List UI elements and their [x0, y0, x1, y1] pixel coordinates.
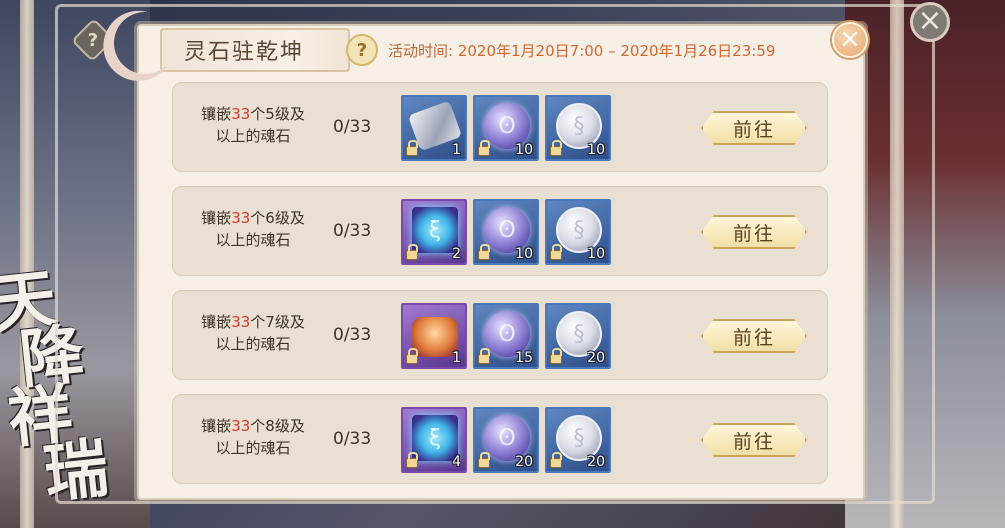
reward-qty: 10 [515, 246, 533, 262]
task-description: 镶嵌33个7级及 以上的魂石 [183, 311, 323, 355]
task-target-count: 33 [231, 209, 251, 227]
reward-qty: 10 [515, 142, 533, 158]
go-button[interactable]: 前往 [701, 423, 807, 457]
lock-icon [406, 452, 418, 468]
task-desc-line2: 以上的魂石 [215, 127, 291, 145]
reward-qty: 10 [587, 246, 605, 262]
event-help-button[interactable]: ? [346, 34, 378, 66]
task-desc-prefix: 镶嵌 [201, 313, 232, 331]
lock-icon [550, 140, 562, 156]
lock-icon [406, 140, 418, 156]
task-description: 镶嵌33个8级及 以上的魂石 [183, 415, 323, 459]
reward-item[interactable]: § 10 [545, 95, 611, 161]
reward-item[interactable]: § 10 [545, 199, 611, 265]
go-button[interactable]: 前往 [701, 215, 807, 249]
reward-list: 1 ʘ 15 § 20 [401, 303, 611, 369]
reward-item[interactable]: § 20 [545, 303, 611, 369]
task-desc-prefix: 镶嵌 [201, 105, 232, 123]
task-target-count: 33 [231, 105, 251, 123]
reward-qty: 20 [515, 454, 533, 470]
reward-list: 1 ʘ 10 § 10 [401, 95, 611, 161]
reward-qty: 20 [587, 350, 605, 366]
task-progress: 0/33 [333, 221, 372, 241]
task-desc-prefix: 镶嵌 [201, 417, 232, 435]
event-time-value: 2020年1月20日7:00 – 2020年1月26日23:59 [457, 42, 776, 60]
lock-icon [550, 244, 562, 260]
question-icon: ? [356, 39, 368, 61]
reward-item[interactable]: ʘ 10 [473, 199, 539, 265]
task-desc-suffix: 个8级及 [250, 417, 305, 435]
lock-icon [406, 244, 418, 260]
task-description: 镶嵌33个5级及 以上的魂石 [183, 103, 323, 147]
event-time-label: 活动时间: [388, 42, 454, 60]
task-row: 镶嵌33个8级及 以上的魂石 0/33 ξ 4 ʘ 20 § 20 前往 [172, 394, 828, 484]
reward-qty: 1 [452, 142, 461, 158]
task-row: 镶嵌33个5级及 以上的魂石 0/33 1 ʘ 10 § 10 前往 [172, 82, 828, 172]
task-progress: 0/33 [333, 117, 372, 137]
lock-icon [478, 348, 490, 364]
lock-icon [406, 348, 418, 364]
go-button[interactable]: 前往 [701, 319, 807, 353]
task-target-count: 33 [231, 417, 251, 435]
reward-item[interactable]: 1 [401, 303, 467, 369]
reward-item[interactable]: ʘ 15 [473, 303, 539, 369]
outer-close-button[interactable]: × [910, 2, 950, 42]
lock-icon [478, 452, 490, 468]
task-desc-suffix: 个5级及 [250, 105, 305, 123]
title-tab: 灵石驻乾坤 [160, 28, 350, 72]
task-row: 镶嵌33个7级及 以上的魂石 0/33 1 ʘ 15 § 20 前往 [172, 290, 828, 380]
question-icon: ? [87, 29, 99, 51]
reward-qty: 4 [452, 454, 461, 470]
reward-qty: 20 [587, 454, 605, 470]
reward-item[interactable]: ξ 2 [401, 199, 467, 265]
task-desc-suffix: 个7级及 [250, 313, 305, 331]
reward-qty: 15 [515, 350, 533, 366]
reward-item[interactable]: ʘ 10 [473, 95, 539, 161]
reward-item[interactable]: 1 [401, 95, 467, 161]
event-time: 活动时间: 2020年1月20日7:00 – 2020年1月26日23:59 [388, 40, 775, 61]
reward-item[interactable]: § 20 [545, 407, 611, 473]
task-target-count: 33 [231, 313, 251, 331]
task-progress: 0/33 [333, 429, 372, 449]
page-title: 灵石驻乾坤 [184, 40, 305, 65]
task-desc-line2: 以上的魂石 [215, 335, 291, 353]
close-icon: × [917, 3, 943, 38]
task-desc-line2: 以上的魂石 [215, 231, 291, 249]
reward-item[interactable]: ξ 4 [401, 407, 467, 473]
reward-item[interactable]: ʘ 20 [473, 407, 539, 473]
task-description: 镶嵌33个6级及 以上的魂石 [183, 207, 323, 251]
reward-list: ξ 2 ʘ 10 § 10 [401, 199, 611, 265]
reward-qty: 2 [452, 246, 461, 262]
lock-icon [478, 140, 490, 156]
lock-icon [478, 244, 490, 260]
task-progress: 0/33 [333, 325, 372, 345]
close-icon: × [839, 24, 861, 54]
lock-icon [550, 452, 562, 468]
task-row: 镶嵌33个6级及 以上的魂石 0/33 ξ 2 ʘ 10 § 10 前往 [172, 186, 828, 276]
reward-qty: 10 [587, 142, 605, 158]
task-desc-line2: 以上的魂石 [215, 439, 291, 457]
task-desc-prefix: 镶嵌 [201, 209, 232, 227]
close-button[interactable]: × [832, 22, 868, 58]
lock-icon [550, 348, 562, 364]
reward-list: ξ 4 ʘ 20 § 20 [401, 407, 611, 473]
reward-qty: 1 [452, 350, 461, 366]
go-button[interactable]: 前往 [701, 111, 807, 145]
task-desc-suffix: 个6级及 [250, 209, 305, 227]
